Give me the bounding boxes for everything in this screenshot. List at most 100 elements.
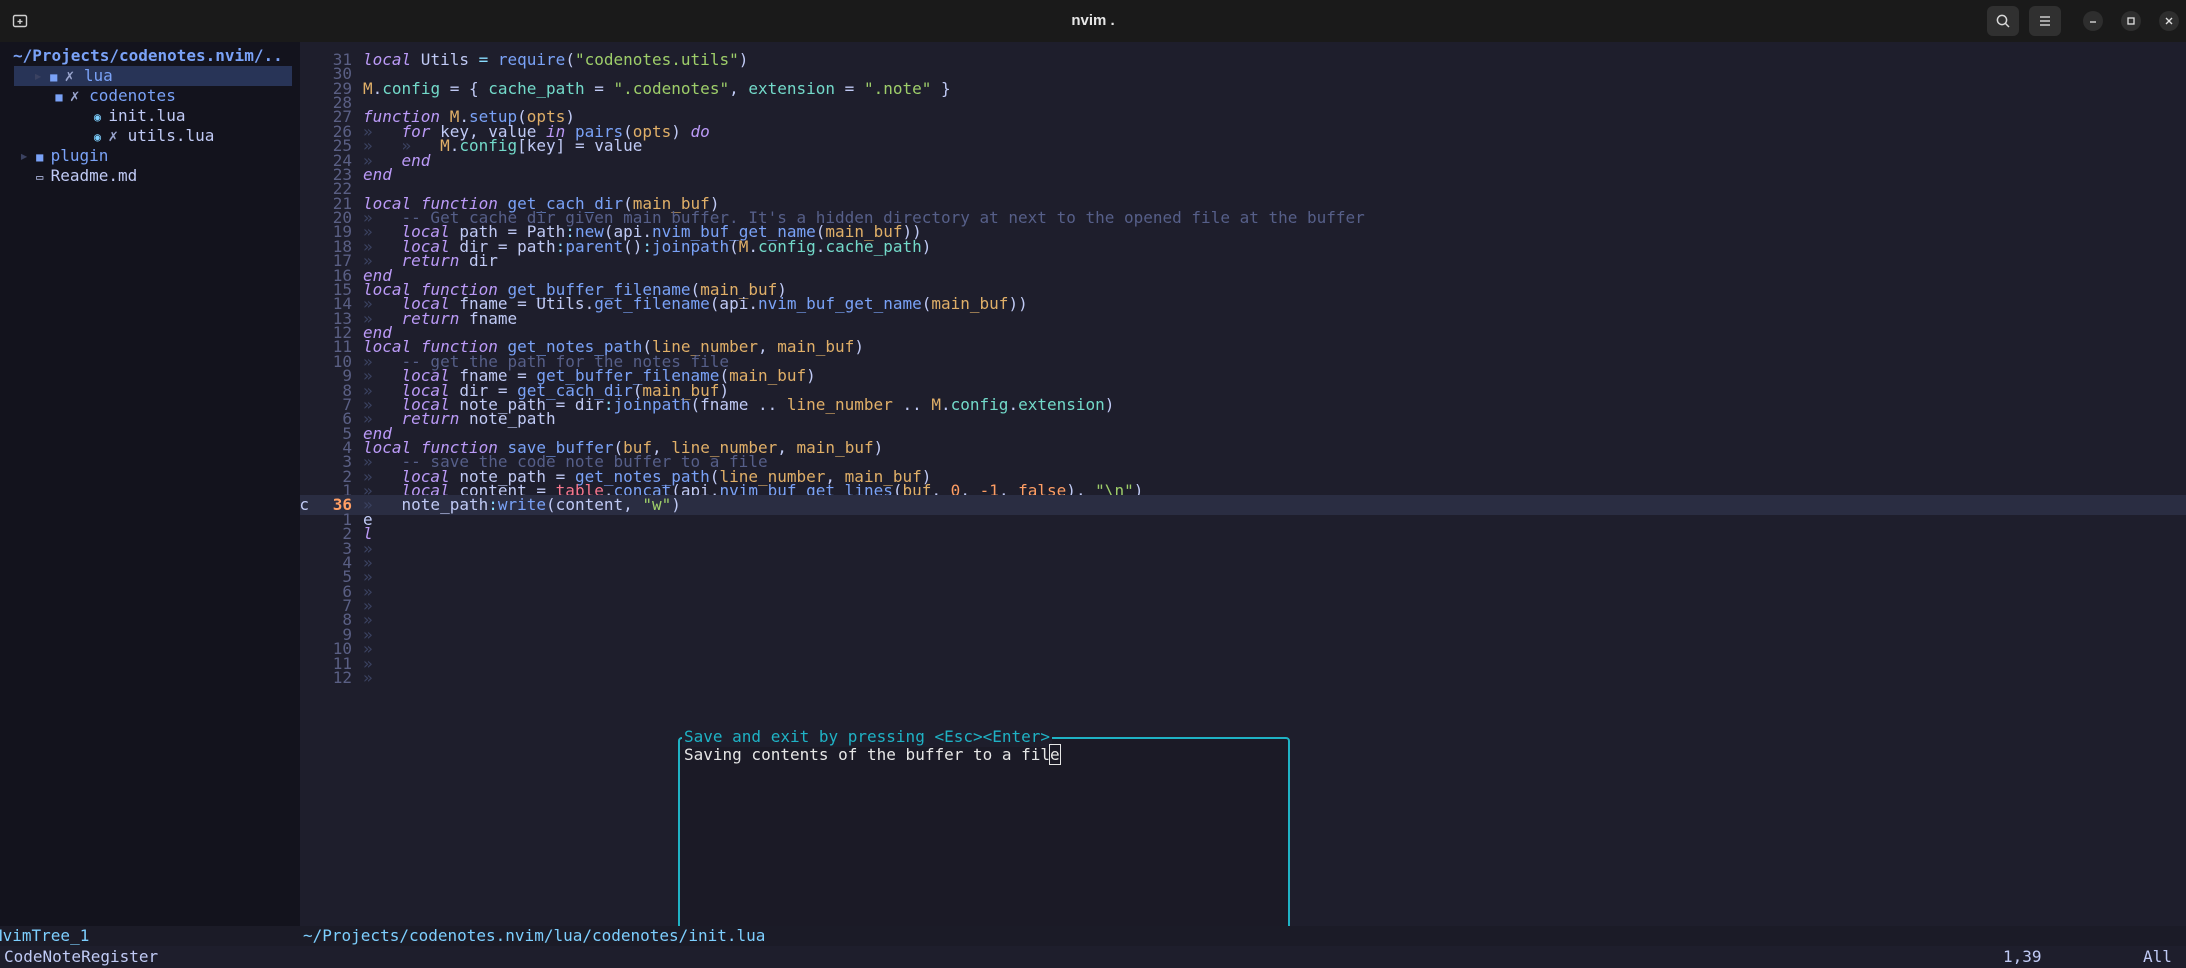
code-token: . <box>748 236 758 256</box>
code-token: ".note" <box>863 78 932 98</box>
code-token: local <box>363 50 412 69</box>
code-token: write <box>497 495 547 515</box>
code-token: end <box>363 164 392 184</box>
code-token: M <box>363 78 373 98</box>
code-token: .. <box>892 394 932 414</box>
code-token: "codenotes.utils" <box>574 50 739 69</box>
code-token: ( <box>729 236 739 256</box>
code-token: » <box>363 667 373 687</box>
code-token: main_buf <box>796 437 874 457</box>
window-title: nvim . <box>1071 12 1115 29</box>
scroll-indicator: All <box>2143 947 2172 966</box>
popup-title: Save and exit by pressing <Esc><Enter> <box>682 727 1053 747</box>
tree-item-label: plugin <box>50 146 109 165</box>
code-token: cache_path <box>488 78 585 98</box>
line-number: 12 <box>332 667 352 687</box>
code-token: (fname .. <box>690 394 787 414</box>
code-token: config <box>459 136 518 156</box>
status-line: NvimTree_1 ~/Projects/codenotes.nvim/lua… <box>0 926 2186 946</box>
code-token: cache_path <box>825 236 922 256</box>
title-bar: nvim . <box>0 0 2186 43</box>
code-token: ) <box>738 50 749 69</box>
git-status-icon: ✗ <box>108 126 128 145</box>
search-button[interactable] <box>1987 6 2019 36</box>
code-token: = <box>835 78 864 98</box>
close-button[interactable] <box>2159 11 2179 31</box>
code-token: note_path <box>459 409 556 429</box>
command-text: CodeNoteRegister <box>4 947 159 966</box>
code-token: M <box>440 136 450 156</box>
code-editor[interactable]: 31 local Utils = require("codenotes.utils… <box>299 42 2186 960</box>
tree-root-path[interactable]: ~/Projects/codenotes.nvim/.. <box>13 46 313 66</box>
code-token: joinpath <box>613 394 691 414</box>
code-token: dir <box>459 251 498 271</box>
expand-arrow-icon[interactable] <box>77 126 87 145</box>
code-line[interactable]: local Utils = require("codenotes.utils") <box>363 50 748 70</box>
maximize-icon <box>2127 17 2135 25</box>
tree-item[interactable]: ◉ init.lua <box>0 106 300 126</box>
code-token: line_number <box>786 394 893 414</box>
code-token: M <box>738 236 749 256</box>
line-mode-indicator: c <box>299 495 309 515</box>
code-token: config <box>382 78 441 98</box>
code-token: note_path <box>401 495 489 515</box>
expand-arrow-icon[interactable] <box>19 166 29 185</box>
code-token: end <box>401 150 431 170</box>
code-token: } <box>931 78 951 98</box>
code-line[interactable]: » <box>363 668 373 688</box>
menu-button[interactable] <box>2029 6 2061 36</box>
code-token: . <box>449 136 460 156</box>
code-token: joinpath <box>652 236 730 256</box>
lua-icon: ◉ <box>86 110 109 124</box>
tree-item[interactable]: ▭ Readme.md <box>0 166 300 186</box>
code-token: fname <box>459 308 518 328</box>
tree-buffer-name: NvimTree_1 <box>0 926 90 945</box>
markdown-icon: ▭ <box>28 170 51 184</box>
file-tree: ~/Projects/codenotes.nvim/.. ▸ ■ ✗ lua ■… <box>0 42 300 926</box>
code-token: require <box>488 50 566 69</box>
expand-arrow-icon[interactable] <box>77 106 87 125</box>
status-file-path: ~/Projects/codenotes.nvim/lua/codenotes/… <box>303 926 766 945</box>
code-token: config <box>758 236 816 256</box>
tree-item[interactable]: ▸ ■ ✗ lua <box>14 66 292 86</box>
tree-item[interactable]: ▸ ■ plugin <box>0 146 300 166</box>
code-token: parent <box>565 236 624 256</box>
code-token: Utils <box>411 50 479 69</box>
code-token: ) <box>671 495 681 515</box>
code-token: M <box>931 394 941 414</box>
code-token: : <box>642 236 653 256</box>
tree-item-label: Readme.md <box>50 166 138 185</box>
tree-item[interactable]: ◉ ✗ utils.lua <box>0 126 300 146</box>
code-token: config <box>950 394 1009 414</box>
code-token: return <box>401 409 460 429</box>
minimize-button[interactable] <box>2083 11 2103 31</box>
command-line[interactable]: CodeNoteRegister 1,39 All <box>0 946 2186 968</box>
code-token: return <box>401 308 460 328</box>
code-token: extension <box>748 78 836 98</box>
folder-open-icon: ■ <box>48 90 70 104</box>
code-token: "w" <box>642 495 672 515</box>
code-token: . <box>941 394 951 414</box>
minimize-icon <box>2090 21 2096 23</box>
code-token: . <box>815 236 826 256</box>
expand-arrow-icon[interactable]: ▸ <box>33 66 43 85</box>
lua-icon: ◉ <box>86 130 109 144</box>
code-token: return <box>401 251 460 271</box>
search-icon <box>1996 14 2010 28</box>
tree-item-label: lua <box>83 66 113 85</box>
code-token: ) <box>806 366 816 386</box>
expand-arrow-icon[interactable]: ▸ <box>19 146 29 165</box>
tree-item[interactable]: ■ ✗ codenotes <box>0 86 300 106</box>
code-token: ) <box>854 337 864 357</box>
code-token: = <box>584 78 614 98</box>
code-line[interactable]: » note_path:write(content, "w") <box>363 495 681 515</box>
code-line[interactable]: M.config = { cache_path = ".codenotes", … <box>363 79 951 99</box>
popup-text: Saving contents of the buffer to a fil <box>684 745 1051 764</box>
code-token: . <box>372 78 383 98</box>
code-line[interactable]: end <box>363 165 392 185</box>
expand-arrow-icon[interactable] <box>39 86 49 105</box>
code-token: (api. <box>709 294 758 314</box>
maximize-button[interactable] <box>2121 11 2141 31</box>
code-token: , <box>729 78 749 98</box>
popup-text-input[interactable]: Saving contents of the buffer to a file <box>684 744 1061 765</box>
